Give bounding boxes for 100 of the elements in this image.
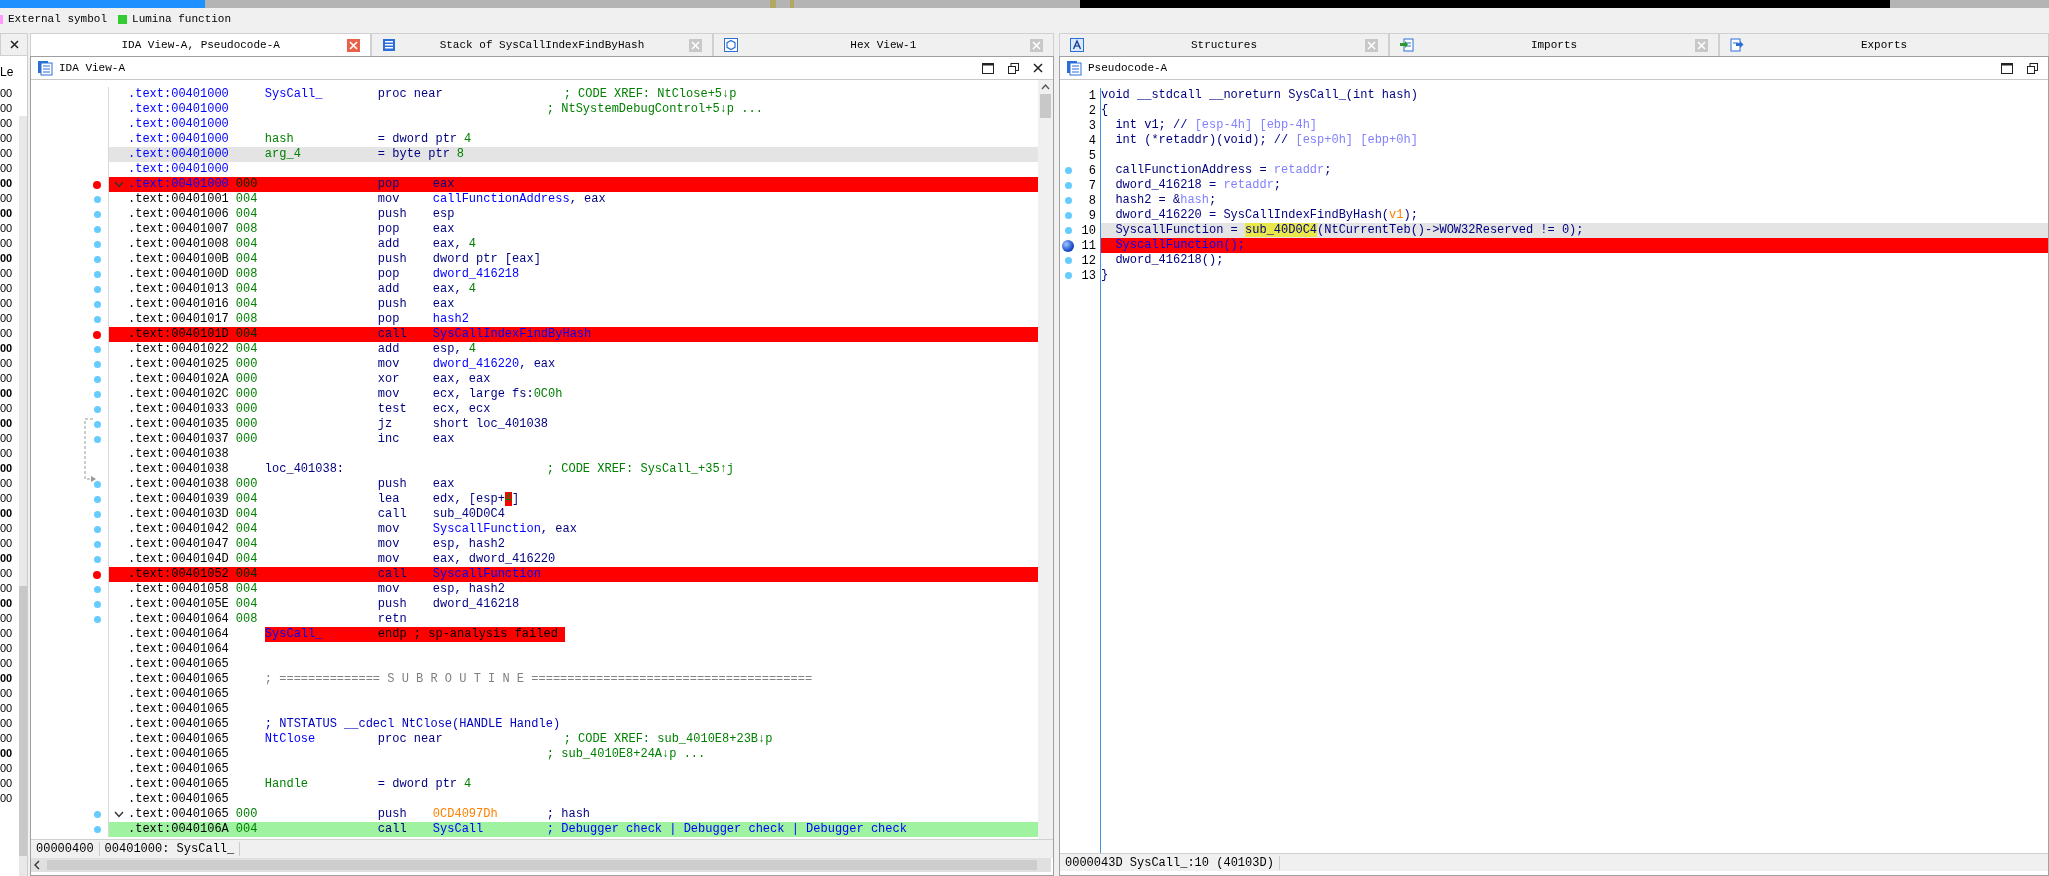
address: .text:0040104D <box>128 552 230 567</box>
list-item[interactable]: 00 <box>0 731 19 746</box>
address: .text:00401006 <box>128 207 230 222</box>
breakpoint-icon[interactable] <box>93 570 101 579</box>
navigation-band-drawing[interactable] <box>0 0 2049 8</box>
restore-icon[interactable] <box>1008 62 1019 74</box>
line-number: 4 <box>1087 133 1097 148</box>
list-item[interactable]: 00 <box>0 296 19 311</box>
list-item[interactable]: 00 <box>0 506 19 521</box>
list-item[interactable]: 00 <box>0 401 19 416</box>
list-item[interactable]: 00 <box>0 746 19 761</box>
list-item[interactable]: 00 <box>0 521 19 536</box>
address: .text:00401000 <box>128 147 230 162</box>
close-button[interactable] <box>0 33 28 56</box>
list-item[interactable]: 00 <box>0 281 19 296</box>
line-number: 6 <box>1087 163 1097 178</box>
line-number: 10 <box>1080 223 1097 238</box>
list-item[interactable]: 00 <box>0 656 19 671</box>
list-item[interactable]: 00 <box>0 131 19 146</box>
mnemonic: push <box>377 297 408 312</box>
breakpoint-icon[interactable] <box>93 180 101 189</box>
code-text: int (*retaddr)(void); // [esp+0h] [ebp+0h] <box>1114 133 1418 148</box>
list-item[interactable]: 00 <box>0 461 19 476</box>
list-item[interactable]: 00 <box>0 326 19 341</box>
list-item[interactable]: 00 <box>0 446 19 461</box>
close-icon[interactable] <box>1033 63 1043 73</box>
mnemonic: add <box>377 282 401 297</box>
list-item[interactable]: 00 <box>0 701 19 716</box>
chevron-icon[interactable] <box>113 811 124 818</box>
list-item[interactable]: 00 <box>0 371 19 386</box>
operands: SyscallFunction <box>432 567 542 582</box>
list-item[interactable]: 00 <box>0 626 19 641</box>
list-item[interactable]: 00 <box>0 86 19 101</box>
tab[interactable]: Hex View-1 <box>712 33 1054 56</box>
list-item[interactable]: 00 <box>0 716 19 731</box>
tab[interactable]: Exports <box>1719 33 2049 56</box>
list-item[interactable]: 00 <box>0 251 19 266</box>
tab[interactable]: IDA View-A, Pseudocode-A <box>30 33 372 56</box>
tab[interactable]: Stack of SysCallIndexFindByHash <box>371 33 713 56</box>
list-item[interactable]: 00 <box>0 566 19 581</box>
operands: esp <box>432 207 456 222</box>
list-item[interactable]: 00 <box>0 611 19 626</box>
stack-pointer: 000 <box>235 807 259 822</box>
close-icon[interactable] <box>9 40 19 49</box>
operands: sub_40D0C4 <box>432 507 506 522</box>
list-item[interactable]: 00 <box>0 176 19 191</box>
breakpoint-icon[interactable] <box>1062 239 1074 252</box>
list-item[interactable]: 00 <box>0 491 19 506</box>
restore-icon[interactable] <box>2027 62 2038 74</box>
list-item[interactable]: 00 <box>0 416 19 431</box>
list-item[interactable]: 00 <box>0 671 19 686</box>
list-item[interactable]: 00 <box>0 161 19 176</box>
list-item[interactable]: 00 <box>0 101 19 116</box>
maximize-icon[interactable] <box>2001 62 2013 74</box>
comment: ; CODE XREF: SysCall_+35↑j <box>546 462 736 477</box>
list-item[interactable]: 00 <box>0 536 19 551</box>
list-item[interactable]: 00 <box>0 431 19 446</box>
mnemonic: jz <box>377 417 394 432</box>
scrollbar-drawing[interactable] <box>31 858 1051 872</box>
address: .text:00401017 <box>128 312 230 327</box>
list-item[interactable]: 00 <box>0 476 19 491</box>
address: .text:00401064 <box>128 612 230 627</box>
stack-pointer: 000 <box>235 417 259 432</box>
operands: eax, 4 <box>432 282 478 297</box>
list-item[interactable]: 00 <box>0 686 19 701</box>
list-item[interactable]: 00 <box>0 776 19 791</box>
operands: callFunctionAddress, eax <box>432 192 607 207</box>
list-item[interactable]: 00 <box>0 791 19 806</box>
list-item[interactable]: 00 <box>0 266 19 281</box>
list-item[interactable]: 00 <box>0 386 19 401</box>
list-item[interactable]: 00 <box>0 761 19 776</box>
code-text: { <box>1101 103 1109 118</box>
scrollbar-drawing[interactable] <box>1038 80 1053 839</box>
list-item[interactable]: 00 <box>0 356 19 371</box>
address: .text:00401065 <box>128 777 230 792</box>
list-item[interactable]: 00 <box>0 191 19 206</box>
code-text: } <box>1101 268 1109 283</box>
list-item[interactable]: 00 <box>0 596 19 611</box>
list-item[interactable]: 00 <box>0 311 19 326</box>
mnemonic: pop <box>377 267 401 282</box>
mnemonic: push <box>377 477 408 492</box>
list-item[interactable]: 00 <box>0 341 19 356</box>
list-item[interactable]: 00 <box>0 116 19 131</box>
list-item[interactable]: 00 <box>0 206 19 221</box>
tab[interactable]: Imports <box>1389 33 1719 56</box>
tab[interactable]: Structures <box>1059 33 1389 56</box>
scrollbar-drawing[interactable] <box>19 116 27 876</box>
list-item[interactable]: 00 <box>0 221 19 236</box>
legend-label: External symbol <box>8 13 108 25</box>
address: .text:00401065 <box>128 762 230 777</box>
stack-pointer: 004 <box>235 822 259 837</box>
document-icon <box>1066 60 1082 76</box>
list-item[interactable]: 00 <box>0 551 19 566</box>
list-item[interactable]: 00 <box>0 236 19 251</box>
list-item[interactable]: 00 <box>0 581 19 596</box>
list-item[interactable]: 00 <box>0 146 19 161</box>
list-item[interactable]: 00 <box>0 641 19 656</box>
operands: 0CD4097Dh <box>432 807 499 822</box>
breakpoint-icon[interactable] <box>93 330 101 339</box>
maximize-icon[interactable] <box>982 62 994 74</box>
